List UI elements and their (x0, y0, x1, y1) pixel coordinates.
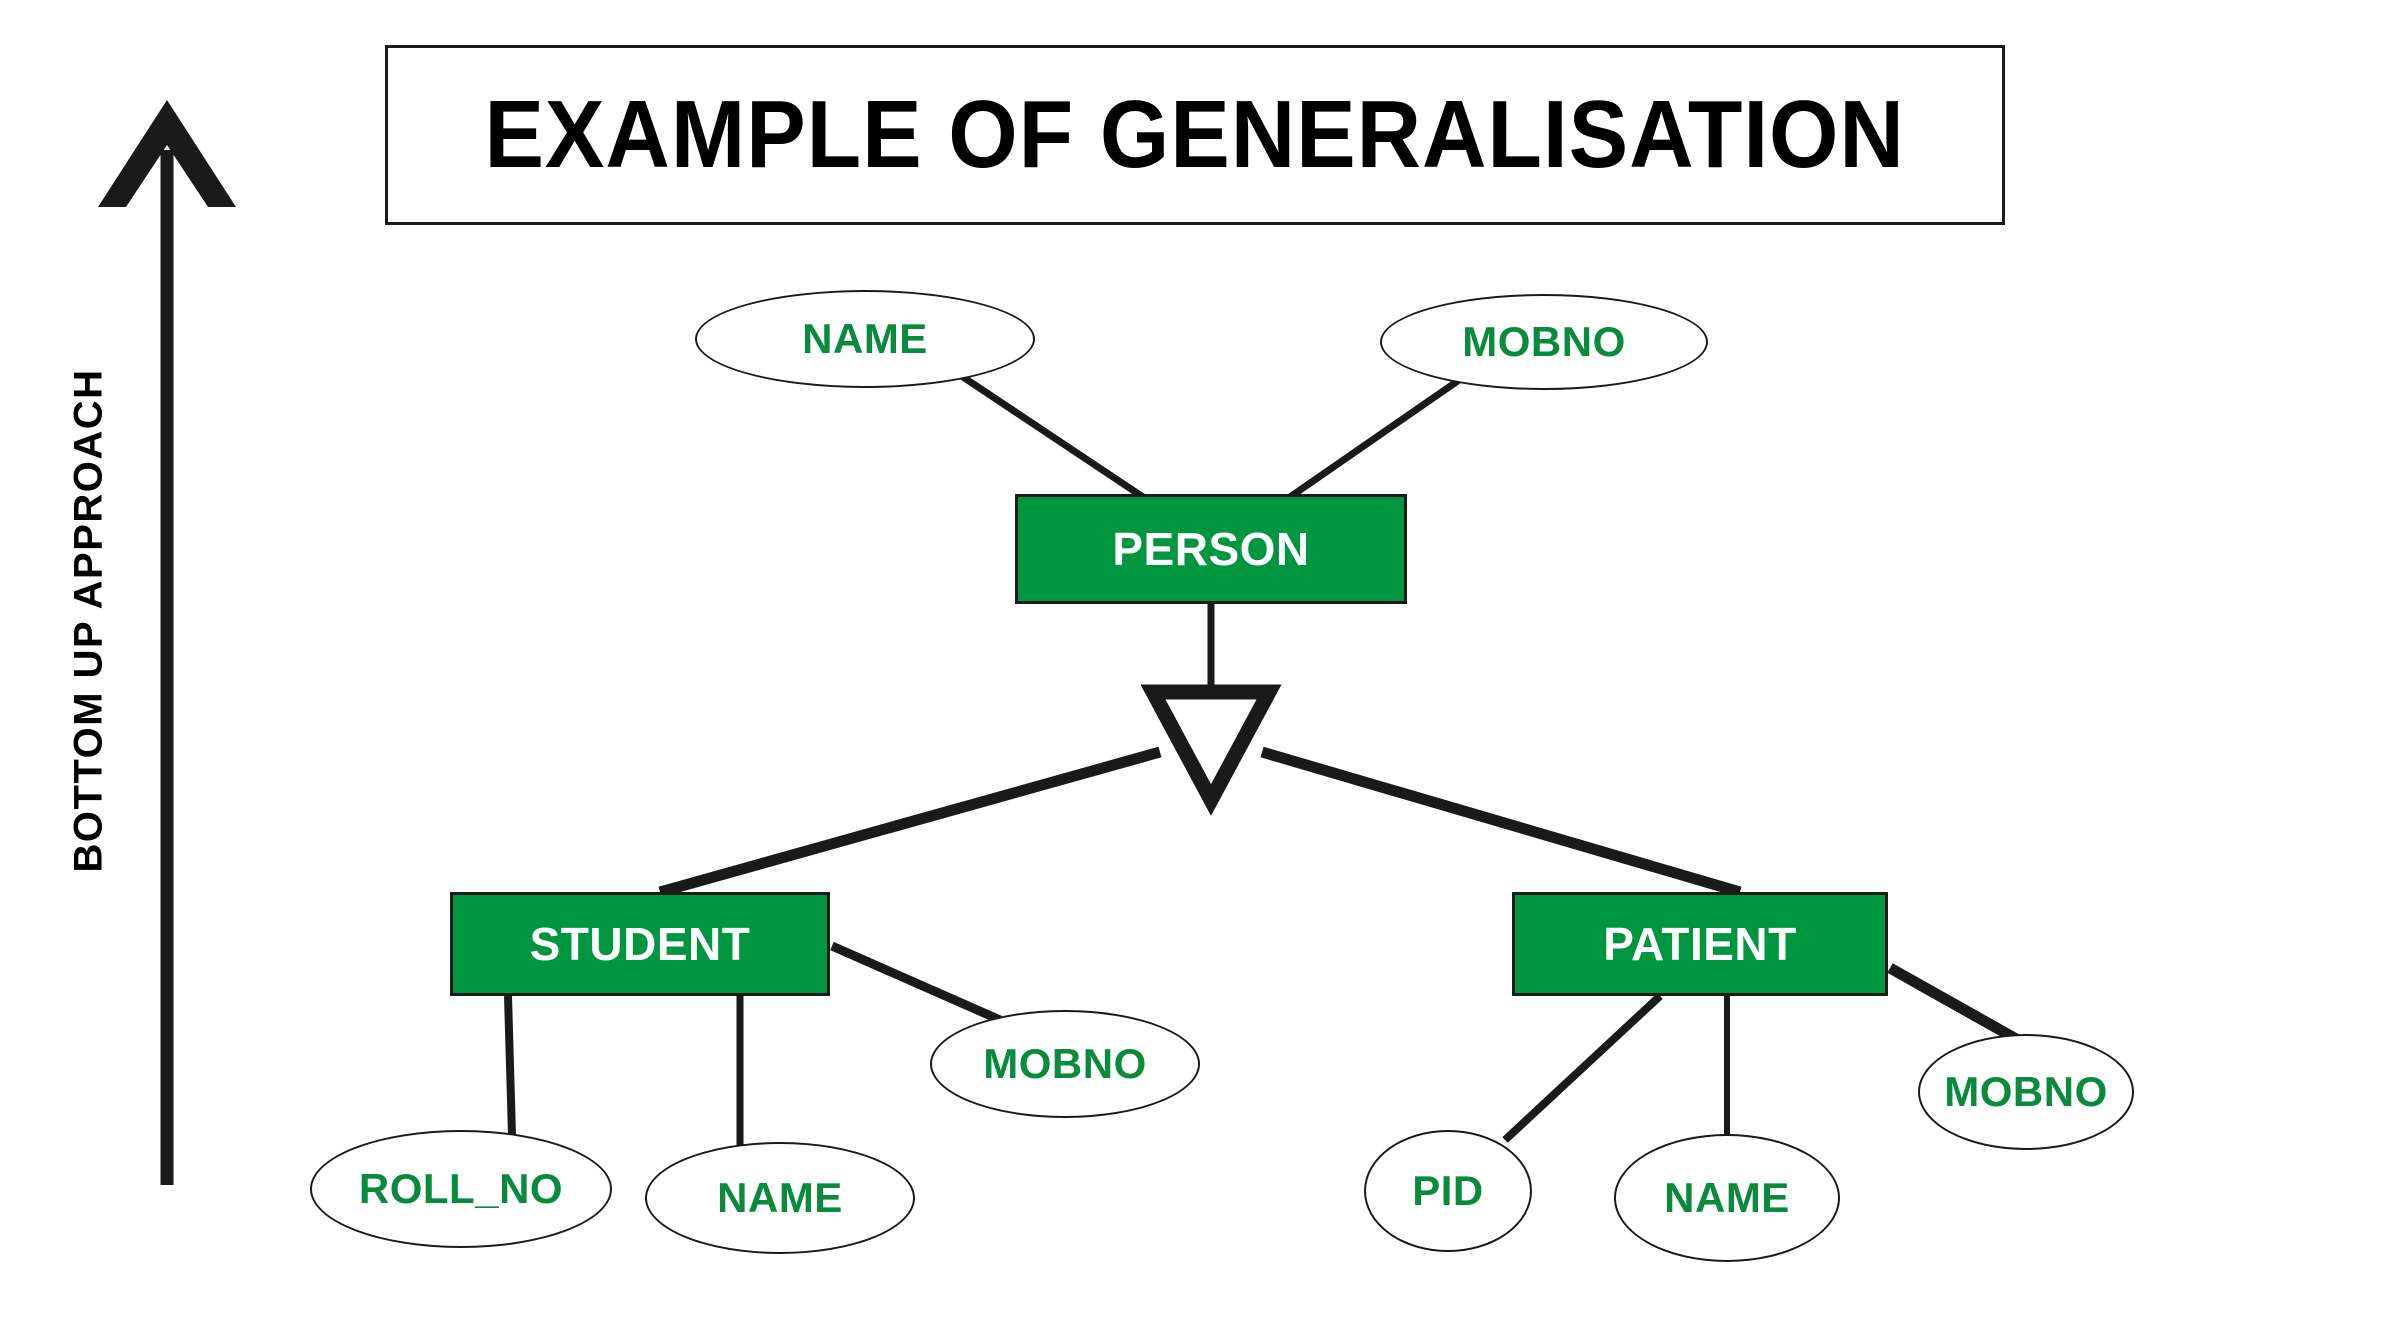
entity-person[interactable]: PERSON (1015, 494, 1407, 604)
connector-patient-mobno (1887, 963, 2021, 1045)
entity-person-label: PERSON (1112, 523, 1310, 575)
axis-label-text: BOTTOM UP APPROACH (66, 367, 111, 873)
connector-person-name (958, 372, 1145, 500)
diagram-canvas: EXAMPLE OF GENERALISATION BOTTOM UP APPR… (0, 0, 2392, 1329)
attribute-person-name[interactable]: NAME (695, 290, 1035, 388)
attribute-student-name-label: NAME (717, 1174, 843, 1221)
entity-patient-label: PATIENT (1603, 918, 1797, 970)
attribute-patient-mobno-label: MOBNO (1944, 1068, 2108, 1115)
attribute-person-mobno-label: MOBNO (1462, 318, 1626, 365)
title-box: EXAMPLE OF GENERALISATION (385, 45, 2005, 225)
attribute-patient-pid[interactable]: PID (1364, 1130, 1532, 1252)
entity-student[interactable]: STUDENT (450, 892, 830, 996)
connector-person-mobno (1288, 375, 1464, 500)
attribute-person-mobno[interactable]: MOBNO (1380, 294, 1708, 390)
attribute-person-name-label: NAME (802, 315, 928, 362)
connector-triangle-patient (1260, 746, 1742, 898)
connector-triangle-student (658, 746, 1162, 898)
attribute-student-rollno-label: ROLL_NO (358, 1165, 564, 1212)
attribute-patient-name-label: NAME (1664, 1174, 1790, 1221)
connector-student-rollno (504, 995, 516, 1136)
entity-student-label: STUDENT (529, 918, 751, 970)
bottom-up-approach-label: BOTTOM UP APPROACH (54, 260, 124, 980)
attribute-student-mobno-label: MOBNO (983, 1040, 1147, 1087)
attribute-student-rollno[interactable]: ROLL_NO (310, 1130, 612, 1248)
attribute-patient-pid-label: PID (1412, 1167, 1484, 1214)
attribute-patient-name[interactable]: NAME (1614, 1134, 1840, 1262)
attribute-patient-mobno[interactable]: MOBNO (1918, 1034, 2134, 1150)
page-title: EXAMPLE OF GENERALISATION (484, 81, 1906, 188)
connector-student-mobno (830, 941, 1002, 1025)
attribute-student-name[interactable]: NAME (645, 1142, 915, 1254)
entity-patient[interactable]: PATIENT (1512, 892, 1888, 996)
attribute-student-mobno[interactable]: MOBNO (930, 1010, 1200, 1118)
triangle-down-icon (1140, 684, 1282, 816)
connector-patient-pid (1502, 993, 1663, 1143)
